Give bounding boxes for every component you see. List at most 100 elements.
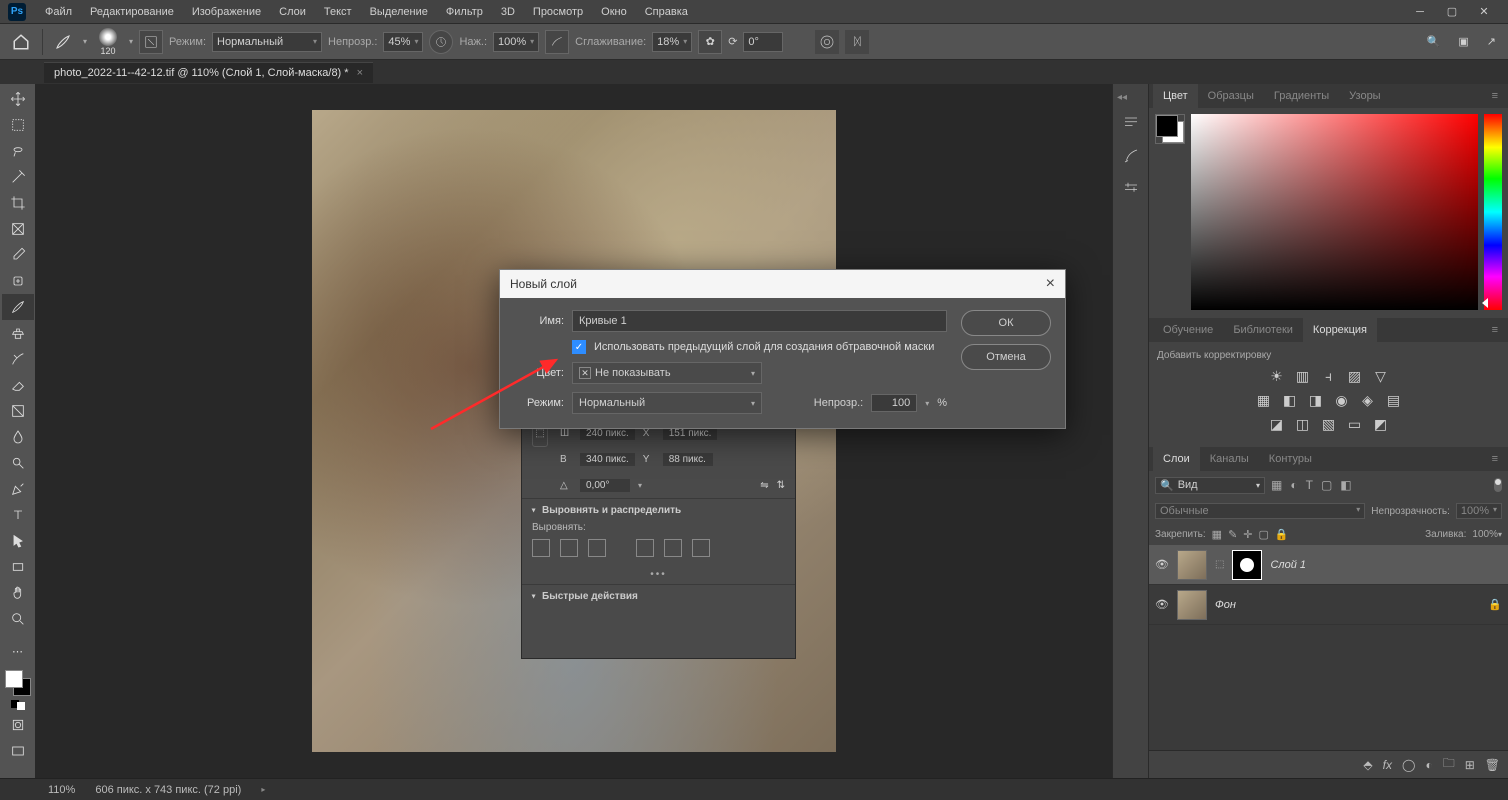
- clone-stamp-tool[interactable]: [2, 320, 34, 346]
- flip-vertical-icon[interactable]: ⇅: [777, 480, 785, 491]
- menu-help[interactable]: Справка: [636, 0, 697, 24]
- lock-position-icon[interactable]: ✛: [1243, 528, 1252, 541]
- foreground-background-colors[interactable]: [5, 670, 31, 696]
- eyedropper-tool[interactable]: [2, 242, 34, 268]
- black-white-icon[interactable]: ◨: [1307, 391, 1325, 409]
- share-button[interactable]: ↗: [1481, 35, 1502, 48]
- brush-settings-panel-icon[interactable]: [1120, 177, 1142, 199]
- layer-mask-thumbnail[interactable]: [1232, 550, 1262, 580]
- align-right-icon[interactable]: [588, 539, 606, 557]
- tab-adjustments[interactable]: Коррекция: [1303, 318, 1377, 342]
- pen-tool[interactable]: [2, 476, 34, 502]
- pressure-size-toggle[interactable]: [815, 30, 839, 54]
- brush-panel-toggle[interactable]: [139, 30, 163, 54]
- layer-filter-select[interactable]: 🔍 Вид▾: [1155, 477, 1265, 494]
- tab-learn[interactable]: Обучение: [1153, 318, 1223, 342]
- flow-input[interactable]: 100%▾: [493, 32, 539, 52]
- home-button[interactable]: [6, 28, 36, 56]
- properties-more-button[interactable]: •••: [522, 565, 795, 584]
- opacity-input[interactable]: 45%▾: [383, 32, 423, 52]
- magic-wand-tool[interactable]: [2, 164, 34, 190]
- window-minimize-button[interactable]: ─: [1404, 2, 1436, 22]
- menu-view[interactable]: Просмотр: [524, 0, 592, 24]
- frame-tool[interactable]: [2, 216, 34, 242]
- color-swatches[interactable]: [1155, 114, 1185, 144]
- tab-gradients[interactable]: Градиенты: [1264, 84, 1339, 108]
- eraser-tool[interactable]: [2, 372, 34, 398]
- rectangle-tool[interactable]: [2, 554, 34, 580]
- lock-artboard-icon[interactable]: ▢: [1259, 528, 1269, 541]
- align-vcenter-icon[interactable]: [664, 539, 682, 557]
- type-tool[interactable]: [2, 502, 34, 528]
- clip-mask-checkbox[interactable]: ✓: [572, 340, 586, 354]
- search-icon[interactable]: 🔍: [1421, 35, 1447, 48]
- tab-patterns[interactable]: Узоры: [1339, 84, 1390, 108]
- y-value[interactable]: 88 пикс.: [663, 453, 713, 466]
- dialog-name-input[interactable]: Кривые 1: [572, 310, 947, 332]
- tab-layers[interactable]: Слои: [1153, 447, 1200, 471]
- symmetry-toggle[interactable]: ᛞ: [845, 30, 869, 54]
- layer-name[interactable]: Фон: [1215, 599, 1236, 611]
- blur-tool[interactable]: [2, 424, 34, 450]
- angle-input[interactable]: 0°: [743, 32, 783, 52]
- hue-slider[interactable]: [1484, 114, 1502, 310]
- workspace-button[interactable]: ▣: [1452, 35, 1474, 48]
- brushes-panel-icon[interactable]: [1120, 145, 1142, 167]
- filter-pixel-icon[interactable]: ▦: [1271, 478, 1282, 492]
- adjust-panel-menu[interactable]: ≡: [1486, 324, 1504, 336]
- tab-paths[interactable]: Контуры: [1259, 447, 1322, 471]
- layer-fill-input[interactable]: 100%▾: [1472, 529, 1502, 540]
- crop-tool[interactable]: [2, 190, 34, 216]
- tab-channels[interactable]: Каналы: [1200, 447, 1259, 471]
- quick-actions-header[interactable]: ▸Быстрые действия: [522, 584, 795, 608]
- add-mask-icon[interactable]: ◯: [1402, 758, 1415, 772]
- tab-libraries[interactable]: Библиотеки: [1223, 318, 1303, 342]
- document-tab[interactable]: photo_2022-11--42-12.tif @ 110% (Слой 1,…: [44, 62, 373, 83]
- menu-filter[interactable]: Фильтр: [437, 0, 492, 24]
- gradient-map-icon[interactable]: ▭: [1346, 415, 1364, 433]
- new-group-icon[interactable]: 🗀: [1443, 754, 1455, 775]
- layer-mask-link-icon[interactable]: ⬚: [1215, 559, 1224, 570]
- lock-transparent-icon[interactable]: ▦: [1212, 528, 1222, 541]
- default-colors-button[interactable]: [11, 700, 25, 710]
- angle-value[interactable]: 0,00°: [580, 479, 630, 492]
- layer-item[interactable]: 👁 ⬚ Слой 1: [1149, 545, 1508, 585]
- edit-toolbar-button[interactable]: ⋯: [2, 638, 34, 664]
- posterize-icon[interactable]: ◫: [1294, 415, 1312, 433]
- align-left-icon[interactable]: [532, 539, 550, 557]
- layer-opacity-input[interactable]: 100%▾: [1456, 503, 1502, 519]
- layer-visibility-toggle[interactable]: 👁: [1155, 598, 1169, 611]
- menu-3d[interactable]: 3D: [492, 0, 524, 24]
- lasso-tool[interactable]: [2, 138, 34, 164]
- layer-item[interactable]: 👁 Фон 🔒: [1149, 585, 1508, 625]
- dock-expand-icon[interactable]: ◂◂: [1117, 92, 1127, 103]
- layer-name[interactable]: Слой 1: [1270, 559, 1306, 571]
- height-value[interactable]: 340 пикс.: [580, 453, 635, 466]
- selective-color-icon[interactable]: ◩: [1372, 415, 1390, 433]
- curves-icon[interactable]: ⫞: [1320, 367, 1338, 385]
- smoothing-input[interactable]: 18%▾: [652, 32, 692, 52]
- layer-visibility-toggle[interactable]: 👁: [1155, 558, 1169, 571]
- color-balance-icon[interactable]: ◧: [1281, 391, 1299, 409]
- align-top-icon[interactable]: [636, 539, 654, 557]
- delete-layer-icon[interactable]: 🗑: [1485, 758, 1500, 772]
- window-close-button[interactable]: ✕: [1468, 2, 1500, 22]
- channel-mixer-icon[interactable]: ◈: [1359, 391, 1377, 409]
- align-hcenter-icon[interactable]: [560, 539, 578, 557]
- status-menu-arrow[interactable]: ▸: [261, 785, 265, 794]
- healing-brush-tool[interactable]: [2, 268, 34, 294]
- layer-style-icon[interactable]: fx: [1383, 758, 1392, 772]
- menu-layers[interactable]: Слои: [270, 0, 315, 24]
- airbrush-toggle[interactable]: [545, 30, 569, 54]
- dialog-opacity-input[interactable]: 100: [871, 394, 917, 412]
- align-bottom-icon[interactable]: [692, 539, 710, 557]
- brightness-contrast-icon[interactable]: ☀: [1268, 367, 1286, 385]
- lock-all-icon[interactable]: 🔒: [1275, 528, 1289, 541]
- zoom-level[interactable]: 110%: [48, 784, 75, 796]
- new-adjustment-icon[interactable]: ◐: [1425, 758, 1432, 772]
- menu-select[interactable]: Выделение: [361, 0, 437, 24]
- close-tab-button[interactable]: ×: [357, 67, 363, 79]
- layer-thumbnail[interactable]: [1177, 590, 1207, 620]
- window-maximize-button[interactable]: ▢: [1436, 2, 1468, 22]
- layers-panel-menu[interactable]: ≡: [1486, 453, 1504, 465]
